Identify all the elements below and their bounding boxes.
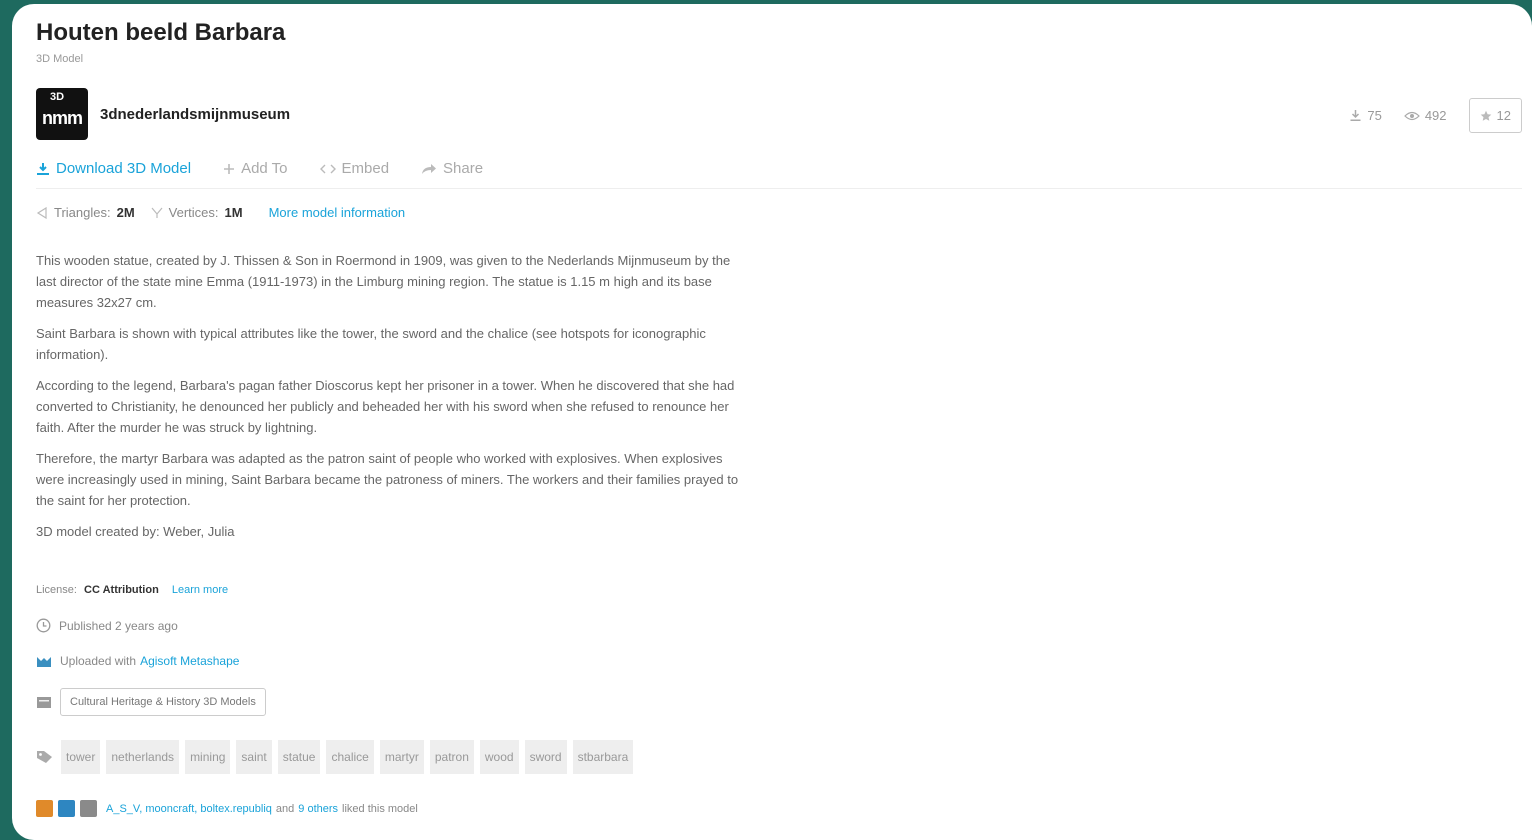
code-icon: [319, 164, 336, 173]
folder-icon: [37, 696, 51, 708]
tag-chip[interactable]: sword: [524, 740, 567, 774]
upload-tool-icon: [37, 656, 51, 667]
model-title: Houten beeld Barbara: [36, 19, 286, 46]
tag-chip[interactable]: saint: [236, 740, 272, 774]
add-to-label: Add To: [241, 160, 288, 177]
download-count-value: 75: [1367, 108, 1382, 123]
embed-label: Embed: [341, 160, 390, 177]
tag-chip[interactable]: martyr: [379, 740, 424, 774]
description-paragraph: According to the legend, Barbara's pagan…: [36, 378, 735, 435]
tag-list: tower netherlands mining saint statue chalice…: [61, 740, 639, 774]
vertices-label: Vertices:: [168, 205, 219, 220]
avatar-nmm-text: nmm: [42, 108, 83, 128]
download-count: 75: [1349, 108, 1382, 123]
liker-avatar[interactable]: [58, 800, 75, 817]
tag-chip[interactable]: mining: [185, 740, 231, 774]
model-description: This wooden statue, created by J. Thisse…: [36, 250, 752, 552]
triangles-label: Triangles:: [54, 205, 111, 220]
liked-suffix-text: liked this model: [342, 802, 418, 815]
uploaded-prefix: Uploaded with: [60, 654, 137, 668]
like-count: 12: [1496, 108, 1511, 123]
liker-avatar[interactable]: [36, 800, 53, 817]
more-info-link[interactable]: More model information: [269, 205, 406, 220]
tag-chip[interactable]: wood: [479, 740, 519, 774]
author: 3D nmm 3dnederlandsmijnmuseum: [36, 88, 290, 140]
liked-others-link[interactable]: 9 others: [298, 803, 338, 815]
author-name[interactable]: 3dnederlandsmijnmuseum: [100, 106, 290, 123]
download-icon: [37, 162, 49, 175]
upload-tool-link[interactable]: Agisoft Metashape: [140, 654, 239, 668]
liked-by-row: A_S_V, mooncraft, boltex.republiq and 9 …: [36, 800, 422, 817]
vertices-value: 1M: [224, 205, 243, 220]
liked-and-text: and: [275, 802, 295, 815]
liker-names-link[interactable]: A_S_V, mooncraft, boltex.republiq: [106, 803, 272, 815]
eye-icon: [1403, 111, 1420, 120]
triangle-icon: [36, 206, 47, 219]
tags-row: tower netherlands mining saint statue chalice…: [36, 740, 639, 774]
published-text: Published 2 years ago: [59, 618, 178, 633]
license-value[interactable]: CC Attribution: [84, 584, 159, 596]
tag-chip[interactable]: stbarbara: [572, 740, 634, 774]
category-chip[interactable]: Cultural Heritage & History 3D Models: [60, 688, 266, 716]
tag-chip[interactable]: netherlands: [106, 740, 180, 774]
tag-chip[interactable]: patron: [429, 740, 474, 774]
uploaded-row: Uploaded with Agisoft Metashape: [36, 654, 239, 668]
triangles-value: 2M: [116, 205, 135, 220]
share-label: Share: [443, 160, 484, 177]
model-stats: 75 492 12: [1349, 98, 1522, 133]
model-type: 3D Model: [36, 53, 84, 65]
view-count: 492: [1403, 108, 1447, 123]
like-button[interactable]: 12: [1468, 98, 1522, 133]
vertex-icon: [151, 207, 163, 218]
description-paragraph: Therefore, the martyr Barbara was adapte…: [36, 451, 739, 508]
description-paragraph: Saint Barbara is shown with typical attr…: [36, 326, 706, 362]
download-label: Download 3D Model: [56, 160, 192, 177]
license-learn-more-link[interactable]: Learn more: [172, 584, 228, 596]
model-page: Houten beeld Barbara 3D Model 3D nmm 3dn…: [12, 4, 1532, 840]
view-count-value: 492: [1424, 108, 1447, 123]
divider: [36, 188, 1522, 189]
share-icon: [422, 163, 437, 174]
model-geometry-info: Triangles: 2M Vertices: 1M More model in…: [36, 205, 405, 220]
category-row: Cultural Heritage & History 3D Models: [36, 688, 266, 716]
tag-icon: [37, 751, 52, 763]
description-paragraph: This wooden statue, created by J. Thisse…: [36, 253, 731, 310]
liker-avatar[interactable]: [80, 800, 97, 817]
download-button[interactable]: Download 3D Model: [36, 160, 191, 177]
tag-chip[interactable]: chalice: [326, 740, 374, 774]
tag-chip[interactable]: tower: [61, 740, 101, 774]
add-to-button[interactable]: Add To: [223, 160, 288, 177]
embed-button[interactable]: Embed: [319, 160, 390, 177]
plus-icon: [224, 163, 235, 174]
license-label: License:: [36, 584, 77, 596]
download-icon: [1350, 110, 1361, 121]
share-button[interactable]: Share: [421, 160, 483, 177]
clock-icon: [36, 618, 51, 633]
license-row: License: CC Attribution Learn more: [36, 584, 228, 596]
action-bar: Download 3D Model Add To Embed Share: [36, 160, 515, 177]
star-icon: [1480, 110, 1491, 121]
published-row: Published 2 years ago: [36, 618, 178, 633]
tag-chip[interactable]: statue: [277, 740, 321, 774]
avatar[interactable]: 3D nmm: [36, 88, 88, 140]
avatar-3d-text: 3D: [50, 91, 65, 103]
description-credit: 3D model created by: Weber, Julia: [36, 524, 235, 539]
